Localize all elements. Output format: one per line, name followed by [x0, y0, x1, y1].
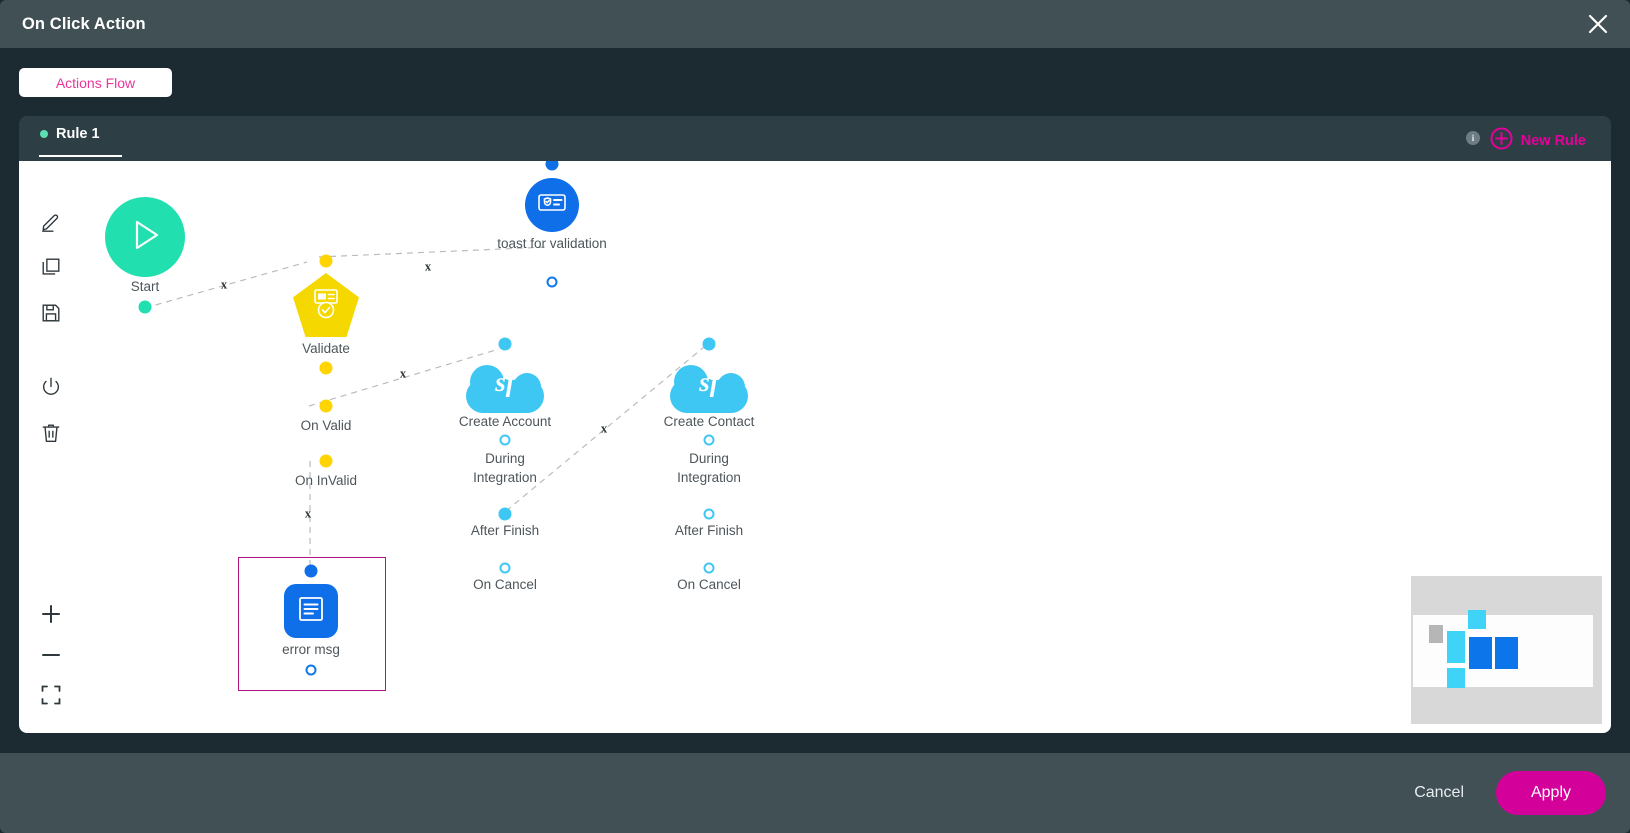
port-validate-in[interactable] [319, 254, 333, 268]
actions-flow-label: Actions Flow [55, 74, 136, 91]
minimap-block-create-account [1469, 637, 1492, 669]
node-validate[interactable]: Validate On Valid On InValid [293, 254, 359, 488]
port-create-account-in[interactable] [498, 337, 512, 351]
start-icon-circle[interactable] [105, 197, 185, 277]
node-error-msg[interactable]: error msg [282, 564, 340, 676]
canvas-toolbar [19, 161, 81, 733]
port-on-valid-label: On Valid [300, 418, 352, 433]
toast-card-icon [537, 191, 567, 220]
port-error-msg-in[interactable] [304, 564, 318, 578]
dialog-footer: Cancel Apply [0, 753, 1630, 833]
port-create-contact-during-integration[interactable] [703, 434, 715, 446]
copy-tool[interactable] [38, 254, 64, 280]
port-on-cancel-label-account: On Cancel [473, 577, 537, 592]
zoom-in[interactable] [38, 601, 64, 627]
flow-canvas[interactable]: Start Validate On Valid On InValid toast… [19, 161, 1611, 733]
info-icon[interactable]: i [1466, 131, 1480, 145]
power-tool[interactable] [38, 374, 64, 400]
message-icon [296, 594, 326, 629]
node-toast-for-validation[interactable]: toast for validation [497, 161, 607, 288]
subheader: Actions Flow [0, 48, 1630, 116]
port-on-invalid-label: On InValid [294, 473, 358, 488]
dialog-titlebar: On Click Action [0, 0, 1630, 48]
port-during-integration-label-contact: During Integration [677, 449, 741, 487]
port-create-account-during-integration[interactable] [499, 434, 511, 446]
tab-rule-1[interactable]: Rule 1 [40, 126, 100, 142]
salesforce-cloud-icon[interactable]: sf [466, 357, 544, 413]
port-on-cancel-label-contact: On Cancel [677, 577, 741, 592]
node-error-msg-label: error msg [282, 642, 340, 657]
node-toast-label: toast for validation [497, 236, 607, 251]
validate-shape[interactable] [293, 273, 359, 337]
during-integration-line-2: Integration [473, 470, 537, 485]
salesforce-badge: sf [699, 367, 719, 397]
minimap-viewport[interactable] [1413, 610, 1593, 688]
port-after-finish-label-contact: After Finish [674, 523, 744, 538]
edge-label-onvalid-account[interactable]: x [400, 367, 406, 382]
node-validate-label: Validate [302, 341, 350, 356]
delete-tool[interactable] [38, 420, 64, 446]
node-create-account-label: Create Account [458, 414, 552, 429]
tab-active-underline [39, 155, 122, 157]
on-click-action-dialog: On Click Action Actions Flow Rule 1 i Ne… [0, 0, 1630, 833]
toast-shape[interactable] [525, 178, 579, 232]
fit-view[interactable] [38, 682, 64, 708]
port-create-account-on-cancel[interactable] [499, 562, 511, 574]
port-validate-onvalid[interactable] [319, 399, 333, 413]
port-after-finish-label-account: After Finish [470, 523, 540, 538]
node-create-contact-label: Create Contact [663, 414, 755, 429]
edit-tool[interactable] [38, 209, 64, 235]
salesforce-cloud-icon[interactable]: sf [670, 357, 748, 413]
rule-status-dot [40, 130, 48, 138]
port-create-account-after-finish[interactable] [498, 507, 512, 521]
plus-circle-icon [1490, 127, 1513, 155]
rules-tabstrip: Rule 1 i New Rule [19, 116, 1611, 161]
port-start-out[interactable] [138, 300, 152, 314]
page-title: On Click Action [22, 14, 146, 33]
actions-flow-tab[interactable]: Actions Flow [19, 68, 172, 97]
port-toast-out[interactable] [546, 276, 558, 288]
minimap-block-start [1429, 625, 1443, 643]
zoom-out[interactable] [38, 642, 64, 668]
port-create-contact-on-cancel[interactable] [703, 562, 715, 574]
node-create-contact[interactable]: sf Create Contact During Integration Aft… [664, 337, 754, 592]
minimap-block-toast [1468, 610, 1486, 629]
new-rule-label: New Rule [1520, 133, 1586, 149]
minimap-block-create-contact [1495, 637, 1518, 669]
port-during-integration-label-account: During Integration [473, 449, 537, 487]
tab-rule-1-label: Rule 1 [56, 126, 100, 142]
edge-label-validate-toast[interactable]: x [425, 260, 431, 275]
node-start[interactable]: Start [105, 197, 185, 314]
error-msg-shape[interactable] [284, 584, 338, 638]
minimap-block-error-msg [1447, 668, 1465, 688]
cancel-button[interactable]: Cancel [1414, 784, 1464, 802]
edge-label-oninvalid-errormsg[interactable]: x [305, 507, 311, 522]
play-icon [125, 214, 165, 261]
validate-badge-icon [310, 286, 342, 325]
save-tool[interactable] [38, 300, 64, 326]
edge-label-start-validate[interactable]: x [221, 278, 227, 293]
port-create-contact-in[interactable] [702, 337, 716, 351]
node-start-label: Start [130, 279, 160, 294]
during-integration-line-2: Integration [677, 470, 741, 485]
port-validate-oninvalid[interactable] [319, 454, 333, 468]
port-error-msg-out[interactable] [305, 664, 317, 676]
node-create-account[interactable]: sf Create Account During Integration Aft… [459, 337, 551, 592]
port-create-contact-after-finish[interactable] [703, 508, 715, 520]
close-icon[interactable] [1584, 10, 1612, 38]
flow-connectors [144, 246, 705, 569]
during-integration-line-1: During [689, 451, 729, 466]
minimap-block-validate [1447, 631, 1465, 663]
salesforce-badge: sf [495, 367, 515, 397]
port-validate-out-valid[interactable] [319, 361, 333, 375]
apply-button[interactable]: Apply [1496, 771, 1606, 815]
minimap[interactable] [1411, 576, 1602, 724]
edge-label-account-contact[interactable]: x [601, 422, 607, 437]
new-rule-button[interactable]: New Rule [1490, 127, 1586, 155]
during-integration-line-1: During [485, 451, 525, 466]
